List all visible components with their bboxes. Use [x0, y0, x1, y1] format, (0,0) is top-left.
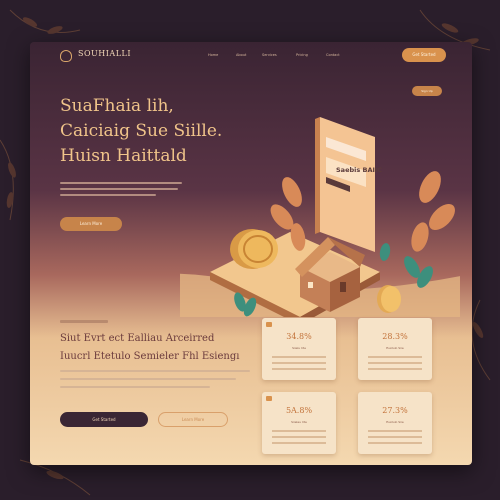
card-badge-icon — [266, 396, 272, 401]
card-value: 27.3% — [382, 406, 408, 415]
section-learn-more-button[interactable]: Learn More — [158, 412, 228, 427]
card-label: Eustulo Siie — [386, 346, 404, 350]
card-line — [368, 368, 422, 370]
card-line — [272, 436, 326, 438]
card-line — [272, 362, 326, 364]
card-line — [368, 356, 422, 358]
card-line — [272, 356, 326, 358]
nav-link-1[interactable]: Home — [208, 53, 218, 57]
stat-card-2[interactable]: 28.3% Eustulo Siie — [358, 318, 432, 380]
card-line — [368, 442, 422, 444]
card-line — [272, 368, 326, 370]
section-description — [60, 386, 210, 388]
card-value: 34.8% — [286, 332, 312, 341]
stat-card-3[interactable]: 5A.8% Siieleu Iite — [262, 392, 336, 454]
website-mockup: SOUHIALLI Home About Services Pricing Co… — [30, 42, 472, 465]
card-line — [272, 430, 326, 432]
nav-cta-button[interactable]: Get Started — [402, 48, 446, 62]
section-kicker — [60, 320, 108, 323]
brand-logo-icon[interactable] — [60, 50, 72, 62]
card-value: 5A.8% — [285, 406, 313, 415]
hero-learn-more-button[interactable]: Learn More — [60, 217, 122, 231]
card-label: Siieleu Iite — [291, 420, 307, 424]
stat-card-4[interactable]: 27.3% Eustulo Siie — [358, 392, 432, 454]
hero-description — [60, 188, 178, 190]
nav-link-4[interactable]: Pricing — [296, 53, 308, 57]
card-line — [272, 442, 326, 444]
nav-link-3[interactable]: Services — [262, 53, 277, 57]
isometric-house-illustration — [180, 117, 460, 317]
card-line — [368, 436, 422, 438]
section-title: Siut Evrt ect Ealliau Arceirred Iuucrl E… — [60, 330, 260, 366]
section-description — [60, 378, 236, 380]
card-label: Eustulo Siie — [386, 420, 404, 424]
nav-link-5[interactable]: Contact — [326, 53, 340, 57]
section-description — [60, 370, 250, 372]
hero-description — [60, 182, 182, 184]
card-badge-icon — [266, 322, 272, 327]
top-navigation: SOUHIALLI Home About Services Pricing Co… — [30, 42, 472, 70]
card-line — [368, 362, 422, 364]
section-title-line-1: Siut Evrt ect Ealliau Arceirred — [60, 333, 215, 344]
brand-name[interactable]: SOUHIALLI — [78, 49, 131, 58]
hero-description — [60, 194, 156, 196]
card-label: Siielu Iite — [292, 346, 306, 350]
nav-link-2[interactable]: About — [236, 53, 246, 57]
stat-card-1[interactable]: 34.8% Siielu Iite — [262, 318, 336, 380]
board-title: Saebis BAIIC — [336, 166, 383, 174]
section-get-started-button[interactable]: Get Started — [60, 412, 148, 427]
card-value: 28.3% — [382, 332, 408, 341]
card-line — [368, 430, 422, 432]
section-title-line-2: Iuucrl Etetulo Semieler Fhl Esiengı — [60, 351, 240, 362]
